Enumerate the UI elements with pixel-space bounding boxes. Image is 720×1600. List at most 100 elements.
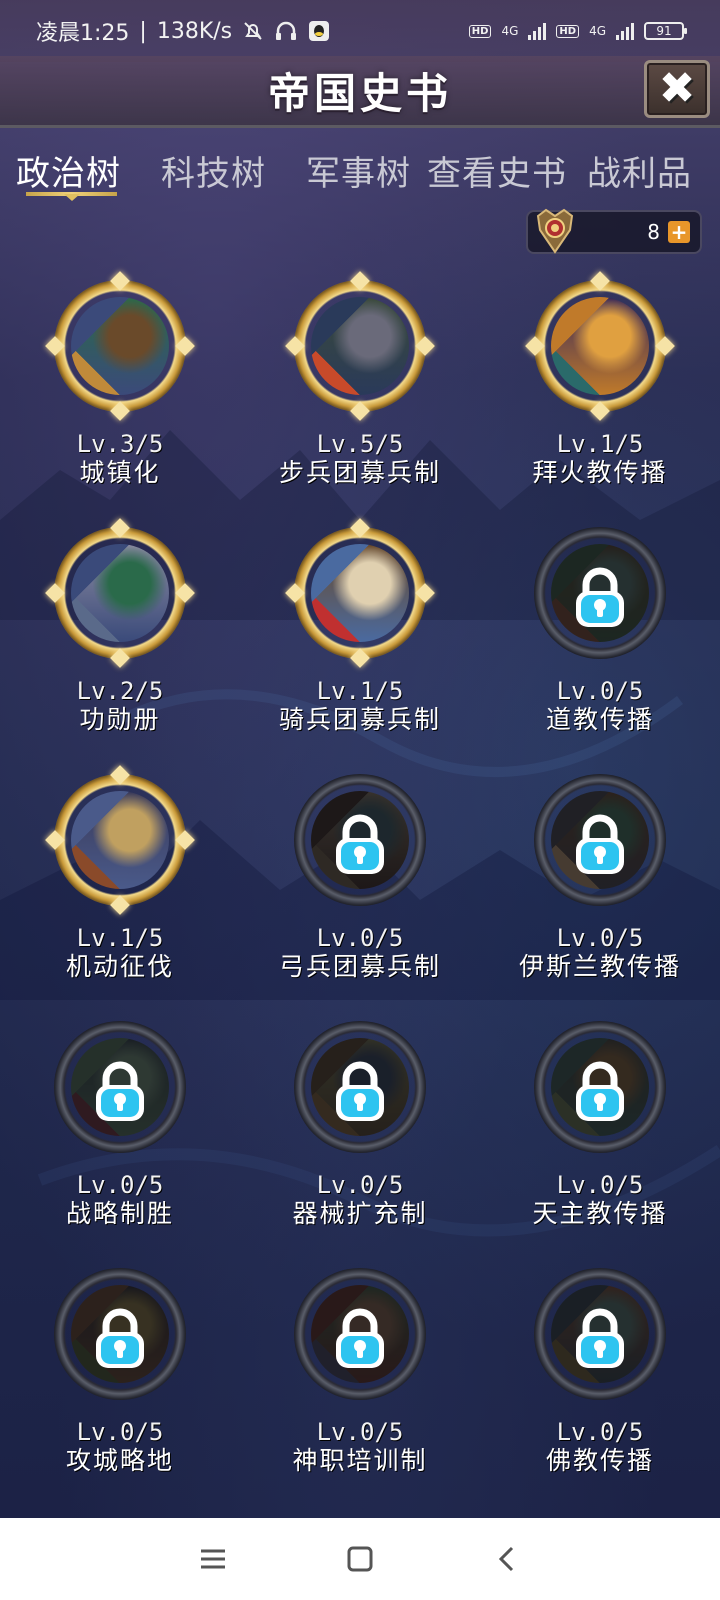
- node-name: 功勋册: [79, 705, 161, 734]
- locked-node-medallion[interactable]: [294, 1268, 426, 1400]
- signal-icon: [616, 22, 634, 40]
- unlocked-node-medallion[interactable]: [45, 518, 195, 668]
- locked-node-medallion[interactable]: [534, 1268, 666, 1400]
- gold-frame: [54, 280, 186, 412]
- unlocked-node-medallion[interactable]: [285, 271, 435, 421]
- policy-node[interactable]: Lv.1/5 骑兵团募兵制: [240, 518, 480, 766]
- tab-history-book[interactable]: 查看史书: [427, 132, 567, 195]
- hd-badge: HD: [468, 24, 492, 38]
- medal-icon: [536, 208, 574, 254]
- policy-node[interactable]: Lv.0/5 天主教传播: [480, 1013, 720, 1260]
- lock-icon: [576, 1308, 624, 1368]
- node-name: 战略制胜: [65, 1199, 174, 1228]
- title-bar: 帝国史书 ✖: [0, 56, 720, 128]
- tab-bar: 政治树 科技树 军事树 查看史书 战利品: [0, 132, 720, 208]
- node-name: 伊斯兰教传播: [518, 952, 681, 981]
- node-level: Lv.1/5: [76, 924, 164, 952]
- currency-counter: 8 +: [526, 208, 702, 254]
- policy-node[interactable]: Lv.2/5 功勋册: [0, 518, 240, 766]
- tab-technology[interactable]: 科技树: [161, 132, 266, 195]
- unlocked-node-medallion[interactable]: [285, 518, 435, 668]
- unlocked-node-medallion[interactable]: [525, 271, 675, 421]
- locked-node-medallion[interactable]: [54, 1021, 186, 1153]
- node-level: Lv.0/5: [556, 1171, 644, 1199]
- policy-node[interactable]: Lv.0/5 伊斯兰教传播: [480, 766, 720, 1013]
- plus-icon[interactable]: +: [668, 221, 690, 243]
- node-name: 弓兵团募兵制: [278, 952, 441, 981]
- tab-military[interactable]: 军事树: [306, 132, 411, 195]
- node-name: 天主教传播: [532, 1199, 668, 1228]
- node-name: 神职培训制: [292, 1446, 428, 1475]
- lock-icon: [576, 567, 624, 627]
- gold-frame: [54, 527, 186, 659]
- tab-spoils[interactable]: 战利品: [587, 132, 692, 195]
- policy-node[interactable]: Lv.0/5 攻城略地: [0, 1260, 240, 1507]
- node-level: Lv.0/5: [556, 677, 644, 705]
- currency-count: 8: [647, 220, 660, 244]
- locked-node-medallion[interactable]: [534, 774, 666, 906]
- policy-node[interactable]: Lv.5/5 步兵团募兵制: [240, 271, 480, 519]
- locked-node-medallion[interactable]: [534, 1021, 666, 1153]
- policy-node[interactable]: Lv.0/5 佛教传播: [480, 1260, 720, 1507]
- unlocked-node-medallion[interactable]: [45, 271, 195, 421]
- app-screen: 凌晨1:25 | 138K/s HD 4G HD 4G 91 帝国史书 ✖ 政治…: [0, 0, 720, 1518]
- lock-icon: [96, 1308, 144, 1368]
- hd-badge: HD: [556, 24, 580, 38]
- node-level: Lv.2/5: [76, 677, 164, 705]
- mute-bell-icon: [244, 22, 262, 40]
- menu-icon: [201, 1549, 226, 1569]
- node-level: Lv.0/5: [316, 924, 404, 952]
- node-level: Lv.1/5: [316, 677, 404, 705]
- node-name: 骑兵团募兵制: [278, 705, 441, 734]
- battery-icon: 91: [644, 22, 687, 40]
- unlocked-node-medallion[interactable]: [45, 765, 195, 915]
- status-time: 凌晨1:25: [36, 21, 130, 46]
- policy-node[interactable]: Lv.0/5 战略制胜: [0, 1013, 240, 1260]
- lock-icon: [96, 1061, 144, 1121]
- locked-node-medallion[interactable]: [294, 774, 426, 906]
- battery-level: 91: [656, 24, 672, 38]
- network-speed: 138K/s: [156, 18, 233, 44]
- home-button[interactable]: [340, 1539, 380, 1579]
- gold-frame: [294, 527, 426, 659]
- lock-icon: [576, 1061, 624, 1121]
- back-icon: [498, 1546, 513, 1572]
- node-level: Lv.0/5: [76, 1418, 164, 1446]
- locked-node-medallion[interactable]: [294, 1021, 426, 1153]
- policy-node[interactable]: Lv.0/5 道教传播: [480, 519, 720, 766]
- lock-icon: [576, 814, 624, 874]
- node-level: Lv.0/5: [316, 1171, 404, 1199]
- node-name: 步兵团募兵制: [278, 458, 441, 487]
- node-name: 器械扩充制: [292, 1199, 428, 1228]
- policy-node[interactable]: Lv.0/5 弓兵团募兵制: [240, 766, 480, 1013]
- lock-icon: [336, 1061, 384, 1121]
- policy-node[interactable]: Lv.1/5 拜火教传播: [480, 271, 720, 519]
- back-button[interactable]: [487, 1539, 527, 1579]
- gold-frame: [534, 280, 666, 412]
- status-bar: 凌晨1:25 | 138K/s HD 4G HD 4G 91: [0, 0, 720, 62]
- node-name: 城镇化: [79, 458, 161, 487]
- gold-frame: [54, 774, 186, 906]
- node-level: Lv.3/5: [76, 430, 164, 458]
- node-name: 拜火教传播: [532, 458, 668, 487]
- navigation-bar: [0, 1518, 720, 1600]
- node-level: Lv.5/5: [316, 430, 404, 458]
- node-level: Lv.0/5: [316, 1418, 404, 1446]
- locked-node-medallion[interactable]: [534, 527, 666, 659]
- signal-icon: [528, 22, 547, 40]
- node-name: 攻城略地: [65, 1446, 174, 1475]
- close-button[interactable]: ✖: [644, 60, 710, 118]
- home-icon: [347, 1546, 373, 1572]
- menu-button[interactable]: [193, 1539, 233, 1579]
- tab-politics[interactable]: 政治树: [16, 132, 121, 196]
- policy-node[interactable]: Lv.0/5 神职培训制: [240, 1260, 480, 1507]
- active-tab-indicator: [26, 192, 117, 196]
- lock-icon: [336, 814, 384, 874]
- network-type: 4G: [501, 24, 519, 38]
- policy-tree-grid: Lv.3/5 城镇化 Lv.5/5 步兵团募兵制 Lv.1/5 拜火教传播 Lv.2/5 功勋…: [0, 271, 720, 1507]
- policy-node[interactable]: Lv.1/5 机动征伐: [0, 765, 240, 1013]
- locked-node-medallion[interactable]: [54, 1268, 186, 1400]
- node-name: 机动征伐: [65, 952, 174, 981]
- policy-node[interactable]: Lv.3/5 城镇化: [0, 271, 240, 519]
- policy-node[interactable]: Lv.0/5 器械扩充制: [240, 1013, 480, 1260]
